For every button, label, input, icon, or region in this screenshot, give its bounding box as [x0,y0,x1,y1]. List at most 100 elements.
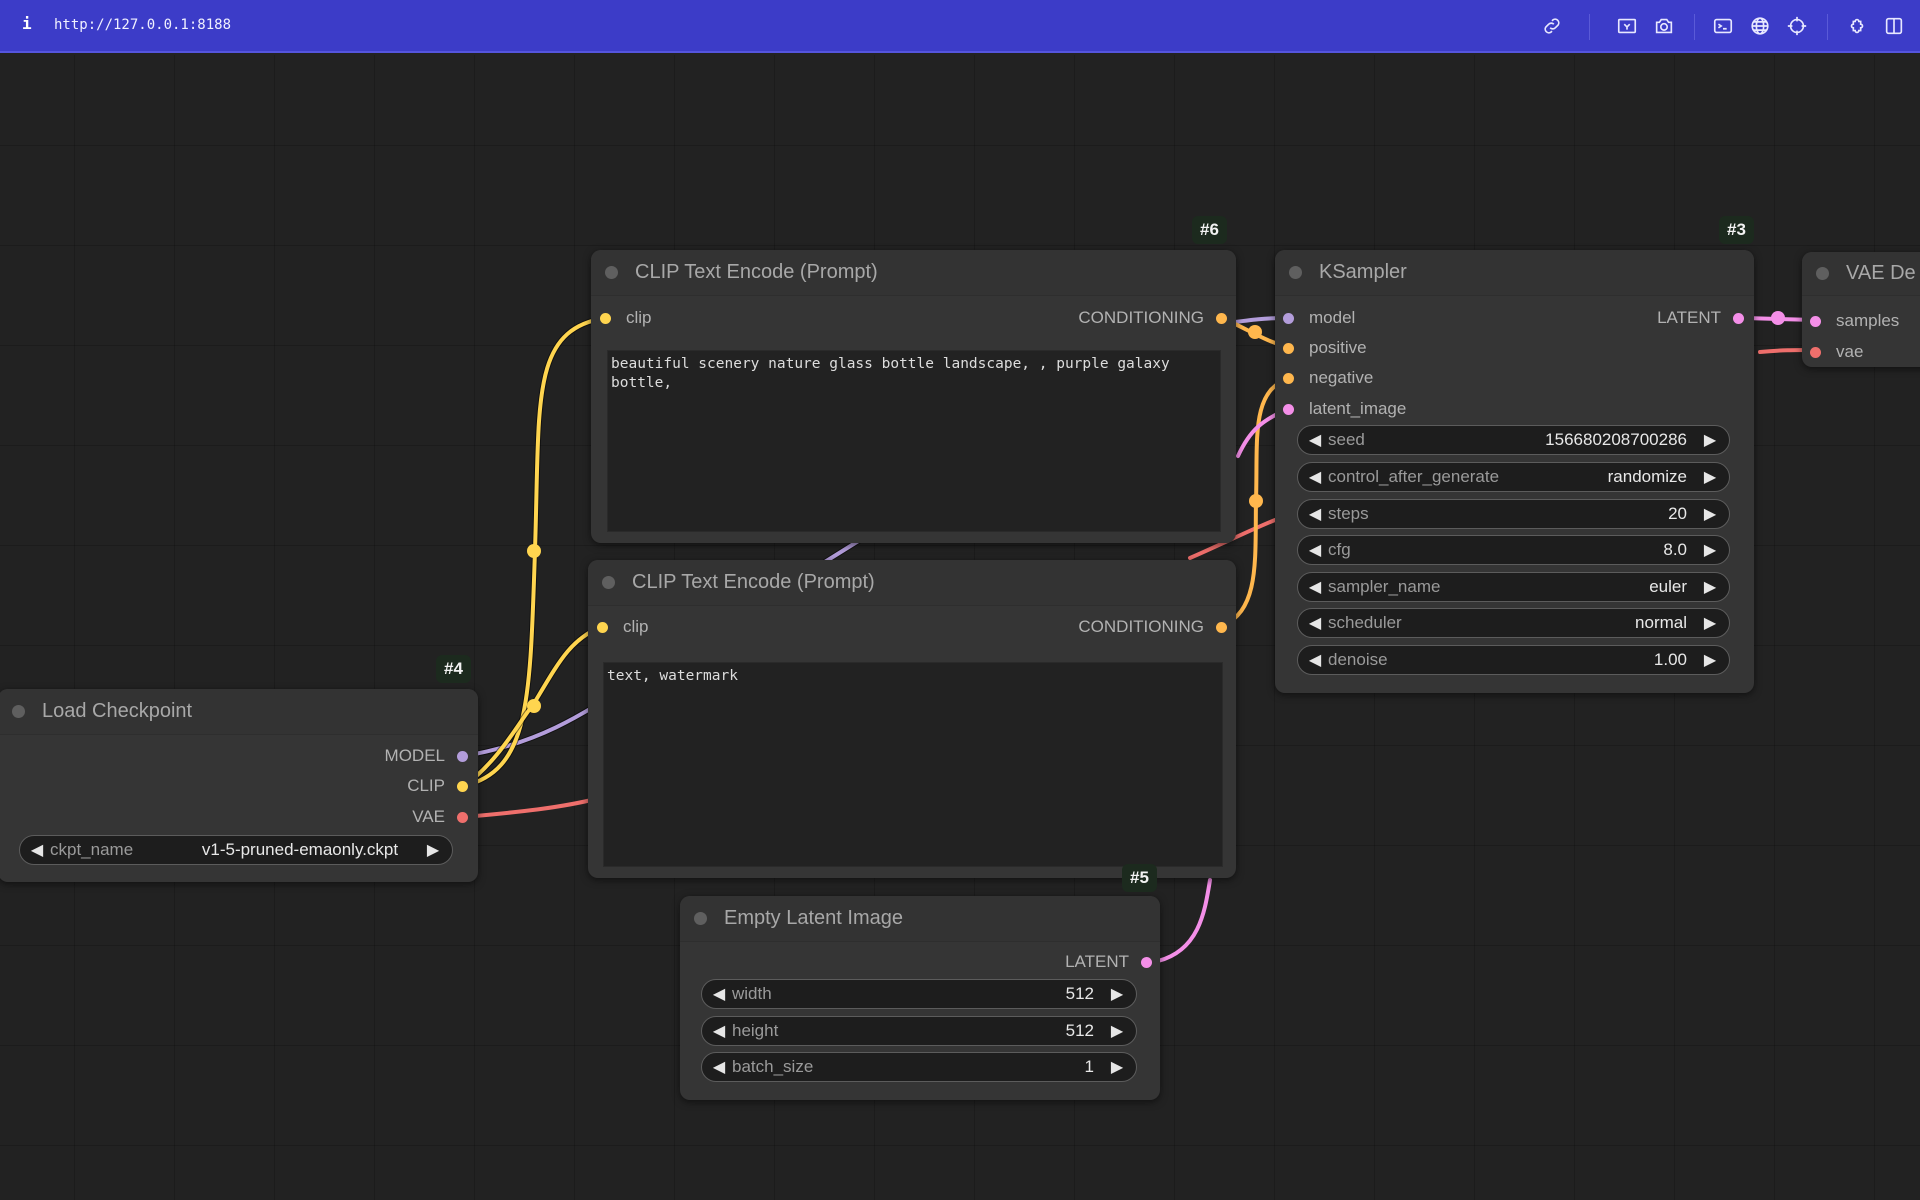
widget-label: ckpt_name [50,840,134,859]
image-icon[interactable] [1615,14,1639,38]
cfg-widget[interactable]: ◀ cfg 8.0 ▶ [1297,535,1730,565]
collapse-toggle[interactable] [12,705,25,718]
slot-dot[interactable] [1216,312,1227,324]
globe-icon[interactable] [1748,14,1772,38]
scheduler-widget[interactable]: ◀ scheduler normal ▶ [1297,608,1730,638]
seed-widget[interactable]: ◀ seed 156680208700286 ▶ [1297,425,1730,455]
link-icon[interactable] [1540,14,1564,38]
node-header[interactable]: Load Checkpoint [0,689,478,735]
slot-dot[interactable] [1733,312,1744,324]
collapse-toggle[interactable] [1816,267,1829,280]
batch-size-widget[interactable]: ◀ batch_size 1 ▶ [701,1052,1137,1082]
slot-dot[interactable] [1141,956,1152,968]
node-header[interactable]: CLIP Text Encode (Prompt) [588,560,1236,606]
width-widget[interactable]: ◀ width 512 ▶ [701,979,1137,1009]
empty-latent-image-node[interactable]: Empty Latent Image LATENT ◀ width 512 ▶ … [680,896,1160,1100]
input-slot-negative[interactable]: negative [1283,367,1373,389]
collapse-toggle[interactable] [1289,266,1302,279]
input-slot-clip[interactable]: clip [600,307,652,329]
vae-decode-node[interactable]: VAE De samples vae [1802,252,1920,367]
height-widget[interactable]: ◀ height 512 ▶ [701,1016,1137,1046]
toolbar-divider [1694,14,1695,40]
slot-dot[interactable] [1216,621,1227,633]
clip-text-encode-negative-node[interactable]: CLIP Text Encode (Prompt) clip CONDITION… [588,560,1236,878]
terminal-icon[interactable] [1711,14,1735,38]
slot-label: LATENT [1657,308,1721,327]
decrement-arrow-icon[interactable]: ◀ [1302,577,1328,597]
decrement-arrow-icon[interactable]: ◀ [706,1021,732,1041]
node-header[interactable]: Empty Latent Image [680,896,1160,942]
increment-arrow-icon[interactable]: ▶ [1697,613,1723,633]
ksampler-node[interactable]: KSampler model positive negative latent_… [1275,250,1754,693]
input-slot-clip[interactable]: clip [597,616,649,638]
collapse-toggle[interactable] [605,266,618,279]
clip-text-encode-positive-node[interactable]: CLIP Text Encode (Prompt) clip CONDITION… [591,250,1236,543]
increment-arrow-icon[interactable]: ▶ [1697,504,1723,524]
increment-arrow-icon[interactable]: ▶ [1697,650,1723,670]
crosshair-icon[interactable] [1785,14,1809,38]
increment-arrow-icon[interactable]: ▶ [1697,540,1723,560]
output-slot-conditioning[interactable]: CONDITIONING [1078,616,1227,638]
output-slot-conditioning[interactable]: CONDITIONING [1078,307,1227,329]
decrement-arrow-icon[interactable]: ◀ [1302,613,1328,633]
input-slot-positive[interactable]: positive [1283,337,1367,359]
decrement-arrow-icon[interactable]: ◀ [1302,540,1328,560]
denoise-widget[interactable]: ◀ denoise 1.00 ▶ [1297,645,1730,675]
input-slot-vae[interactable]: vae [1810,341,1863,363]
slot-dot[interactable] [457,780,468,792]
camera-icon[interactable] [1652,14,1676,38]
increment-arrow-icon[interactable]: ▶ [420,840,446,860]
prompt-textarea[interactable]: text, watermark [603,662,1223,867]
increment-arrow-icon[interactable]: ▶ [1104,984,1130,1004]
decrement-arrow-icon[interactable]: ◀ [1302,504,1328,524]
decrement-arrow-icon[interactable]: ◀ [706,1057,732,1077]
slot-dot[interactable] [600,312,611,324]
slot-dot[interactable] [1283,372,1294,384]
node-title: VAE De [1846,262,1916,284]
input-slot-samples[interactable]: samples [1810,310,1899,332]
decrement-arrow-icon[interactable]: ◀ [24,840,50,860]
prompt-textarea[interactable]: beautiful scenery nature glass bottle la… [607,350,1221,532]
node-header[interactable]: KSampler [1275,250,1754,296]
output-slot-vae[interactable]: VAE [412,806,468,828]
increment-arrow-icon[interactable]: ▶ [1104,1057,1130,1077]
slot-dot[interactable] [457,750,468,762]
input-slot-latent-image[interactable]: latent_image [1283,398,1406,420]
output-slot-latent[interactable]: LATENT [1065,951,1152,973]
node-header[interactable]: CLIP Text Encode (Prompt) [591,250,1236,296]
output-slot-clip[interactable]: CLIP [407,775,468,797]
decrement-arrow-icon[interactable]: ◀ [706,984,732,1004]
slot-dot[interactable] [1283,342,1294,354]
increment-arrow-icon[interactable]: ▶ [1697,430,1723,450]
ckpt-name-widget[interactable]: ◀ ckpt_name v1-5-pruned-emaonly.ckpt ▶ [19,835,453,865]
decrement-arrow-icon[interactable]: ◀ [1302,650,1328,670]
load-checkpoint-node[interactable]: Load Checkpoint MODEL CLIP VAE ◀ ckpt_na… [0,689,478,882]
slot-dot[interactable] [457,811,468,823]
slot-dot[interactable] [1810,315,1821,327]
slot-dot[interactable] [1283,403,1294,415]
widget-label: scheduler [1328,613,1402,632]
node-header[interactable]: VAE De [1802,252,1920,296]
increment-arrow-icon[interactable]: ▶ [1104,1021,1130,1041]
slot-dot[interactable] [1810,346,1821,358]
widget-label: seed [1328,430,1365,449]
output-slot-latent[interactable]: LATENT [1657,307,1744,329]
info-icon[interactable]: i [22,14,32,33]
node-id-badge: #5 [1122,864,1157,892]
collapse-toggle[interactable] [602,576,615,589]
output-slot-model[interactable]: MODEL [385,745,468,767]
decrement-arrow-icon[interactable]: ◀ [1302,430,1328,450]
puzzle-icon[interactable] [1845,14,1869,38]
widget-value: 512 [1065,984,1094,1003]
collapse-toggle[interactable] [694,912,707,925]
increment-arrow-icon[interactable]: ▶ [1697,577,1723,597]
steps-widget[interactable]: ◀ steps 20 ▶ [1297,499,1730,529]
control-after-generate-widget[interactable]: ◀ control_after_generate randomize ▶ [1297,462,1730,492]
sampler-name-widget[interactable]: ◀ sampler_name euler ▶ [1297,572,1730,602]
decrement-arrow-icon[interactable]: ◀ [1302,467,1328,487]
input-slot-model[interactable]: model [1283,307,1355,329]
slot-dot[interactable] [597,621,608,633]
slot-dot[interactable] [1283,312,1294,324]
split-panel-icon[interactable] [1882,14,1906,38]
increment-arrow-icon[interactable]: ▶ [1697,467,1723,487]
